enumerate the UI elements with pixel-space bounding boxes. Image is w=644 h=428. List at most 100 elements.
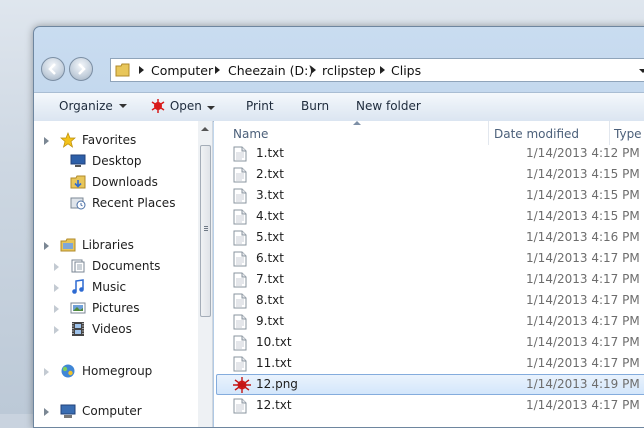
back-button[interactable] bbox=[41, 57, 65, 81]
nav-computer[interactable]: Computer bbox=[34, 402, 198, 422]
nav-downloads[interactable]: Downloads bbox=[34, 173, 198, 193]
navigation-scrollbar[interactable] bbox=[198, 121, 213, 427]
file-date-modified: 1/14/2013 4:15 PM bbox=[526, 209, 640, 223]
expand-icon[interactable] bbox=[44, 368, 49, 376]
forward-arrow-icon bbox=[78, 63, 86, 75]
grip-line bbox=[204, 230, 208, 231]
sort-ascending-icon bbox=[353, 121, 361, 125]
file-row[interactable]: 1.txt1/14/2013 4:12 PMText D bbox=[216, 143, 644, 164]
address-bar[interactable]: Computer Cheezain (D:) rclipstep Clips bbox=[110, 58, 644, 82]
breadcrumb-drive[interactable]: Cheezain (D:) bbox=[228, 63, 313, 78]
file-row[interactable]: 12.txt1/14/2013 4:17 PMText D bbox=[216, 395, 644, 416]
file-name: 7.txt bbox=[256, 272, 284, 286]
file-name: 2.txt bbox=[256, 167, 284, 181]
expand-icon[interactable] bbox=[44, 137, 49, 145]
file-row[interactable]: 10.txt1/14/2013 4:17 PMText D bbox=[216, 332, 644, 353]
breadcrumb-clips[interactable]: Clips bbox=[391, 63, 421, 78]
file-row[interactable]: 8.txt1/14/2013 4:17 PMText D bbox=[216, 290, 644, 311]
file-row[interactable]: 12.png1/14/2013 4:19 PMIrfanV bbox=[216, 374, 644, 395]
file-row[interactable]: 6.txt1/14/2013 4:17 PMText D bbox=[216, 248, 644, 269]
expand-icon[interactable] bbox=[44, 408, 49, 416]
file-date-modified: 1/14/2013 4:17 PM bbox=[526, 314, 640, 328]
column-divider[interactable] bbox=[488, 121, 489, 145]
open-button[interactable]: Open bbox=[150, 99, 202, 113]
column-header-type[interactable]: Type bbox=[614, 127, 642, 141]
file-date-modified: 1/14/2013 4:15 PM bbox=[526, 167, 640, 181]
file-name: 12.txt bbox=[256, 398, 292, 412]
nav-videos[interactable]: Videos bbox=[34, 320, 198, 340]
open-dropdown-icon[interactable] bbox=[207, 106, 215, 110]
star-icon bbox=[60, 132, 76, 148]
address-dropdown-icon[interactable] bbox=[639, 69, 644, 73]
new-folder-button[interactable]: New folder bbox=[356, 99, 421, 113]
grip-line bbox=[204, 228, 208, 229]
nav-recent-places[interactable]: Recent Places bbox=[34, 194, 198, 214]
documents-icon bbox=[71, 259, 85, 273]
file-row[interactable]: 2.txt1/14/2013 4:15 PMText D bbox=[216, 164, 644, 185]
breadcrumb-separator-icon[interactable] bbox=[311, 66, 316, 74]
text-file-icon bbox=[233, 335, 247, 354]
text-file-icon bbox=[233, 188, 247, 207]
back-arrow-icon bbox=[48, 63, 56, 75]
forward-button[interactable] bbox=[69, 57, 93, 81]
file-row[interactable]: 9.txt1/14/2013 4:17 PMText D bbox=[216, 311, 644, 332]
expand-icon[interactable] bbox=[54, 263, 59, 271]
nav-label: Favorites bbox=[82, 133, 137, 147]
file-row[interactable]: 11.txt1/14/2013 4:17 PMText D bbox=[216, 353, 644, 374]
print-button[interactable]: Print bbox=[246, 99, 274, 113]
nav-label: Computer bbox=[82, 404, 142, 418]
nav-music[interactable]: Music bbox=[34, 278, 198, 298]
organize-button[interactable]: Organize bbox=[59, 99, 127, 113]
file-name: 1.txt bbox=[256, 146, 284, 160]
libraries-icon bbox=[60, 238, 76, 252]
file-date-modified: 1/14/2013 4:12 PM bbox=[526, 146, 640, 160]
command-bar: Organize Open Print Burn New folder bbox=[34, 92, 644, 122]
text-file-icon bbox=[233, 356, 247, 375]
downloads-folder-icon bbox=[70, 175, 86, 189]
pictures-icon bbox=[70, 302, 86, 314]
column-header-name[interactable]: Name bbox=[233, 127, 268, 141]
expand-icon[interactable] bbox=[54, 305, 59, 313]
column-divider[interactable] bbox=[609, 121, 610, 145]
text-file-icon bbox=[233, 293, 247, 312]
text-file-icon bbox=[233, 209, 247, 228]
desktop-icon bbox=[70, 154, 86, 167]
file-name: 6.txt bbox=[256, 251, 284, 265]
file-row[interactable]: 4.txt1/14/2013 4:15 PMText D bbox=[216, 206, 644, 227]
irfanview-image-icon bbox=[233, 377, 251, 396]
file-row[interactable]: 7.txt1/14/2013 4:17 PMText D bbox=[216, 269, 644, 290]
scroll-up-icon[interactable] bbox=[201, 127, 209, 131]
explorer-window: Computer Cheezain (D:) rclipstep Clips O… bbox=[33, 26, 644, 428]
open-label: Open bbox=[169, 99, 202, 113]
expand-icon[interactable] bbox=[44, 242, 49, 250]
nav-libraries[interactable]: Libraries bbox=[34, 236, 198, 256]
burn-button[interactable]: Burn bbox=[301, 99, 329, 113]
scrollbar-thumb[interactable] bbox=[200, 145, 211, 317]
breadcrumb-separator-icon[interactable] bbox=[380, 66, 385, 74]
file-date-modified: 1/14/2013 4:17 PM bbox=[526, 293, 640, 307]
nav-label: Libraries bbox=[82, 238, 134, 252]
file-row[interactable]: 5.txt1/14/2013 4:16 PMText D bbox=[216, 227, 644, 248]
file-name: 4.txt bbox=[256, 209, 284, 223]
nav-documents[interactable]: Documents bbox=[34, 257, 198, 277]
column-header-date-modified[interactable]: Date modified bbox=[494, 127, 579, 141]
nav-label: Homegroup bbox=[82, 364, 153, 378]
nav-homegroup[interactable]: Homegroup bbox=[34, 362, 198, 382]
expand-icon[interactable] bbox=[54, 326, 59, 334]
file-date-modified: 1/14/2013 4:17 PM bbox=[526, 356, 640, 370]
grip-line bbox=[204, 226, 208, 227]
breadcrumb-separator-icon[interactable] bbox=[215, 66, 220, 74]
file-date-modified: 1/14/2013 4:17 PM bbox=[526, 335, 640, 349]
breadcrumb-separator-icon[interactable] bbox=[139, 66, 144, 74]
breadcrumb-computer[interactable]: Computer bbox=[151, 63, 213, 78]
file-row[interactable]: 3.txt1/14/2013 4:15 PMText D bbox=[216, 185, 644, 206]
chevron-down-icon bbox=[118, 104, 127, 108]
breadcrumb-rclipstep[interactable]: rclipstep bbox=[322, 63, 376, 78]
nav-desktop[interactable]: Desktop bbox=[34, 152, 198, 172]
nav-label: Recent Places bbox=[92, 196, 176, 210]
expand-icon[interactable] bbox=[54, 284, 59, 292]
text-file-icon bbox=[233, 230, 247, 249]
nav-pictures[interactable]: Pictures bbox=[34, 299, 198, 319]
nav-favorites[interactable]: Favorites bbox=[34, 131, 198, 151]
file-name: 3.txt bbox=[256, 188, 284, 202]
